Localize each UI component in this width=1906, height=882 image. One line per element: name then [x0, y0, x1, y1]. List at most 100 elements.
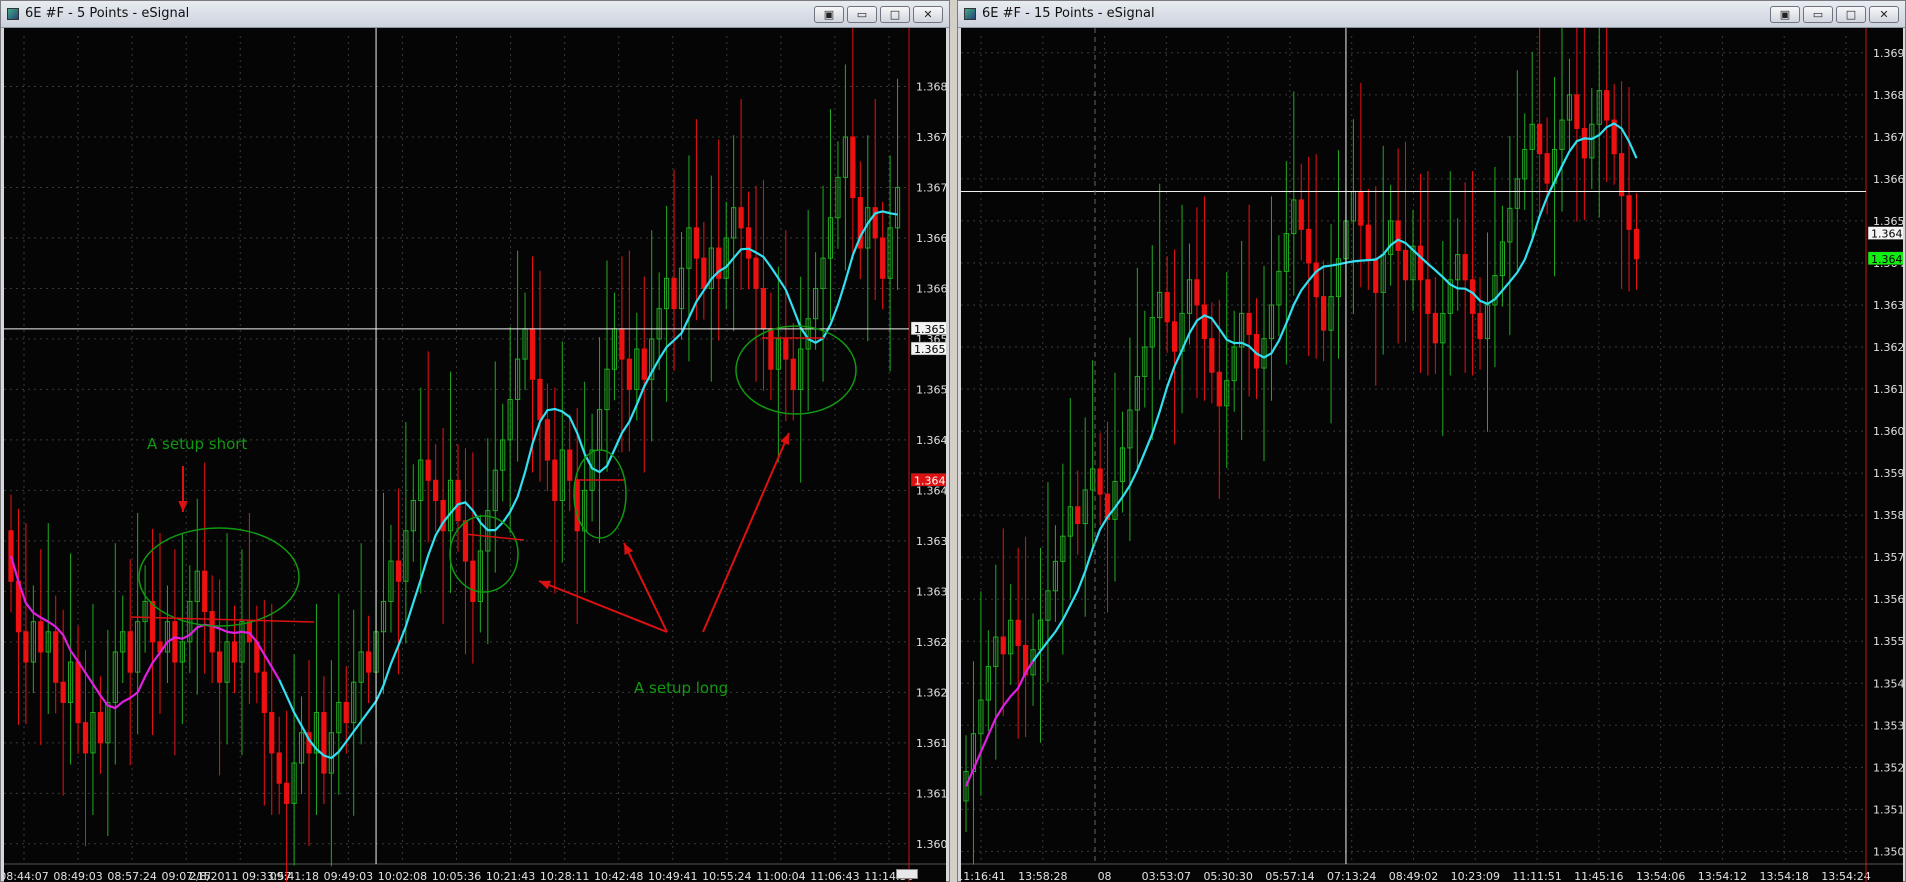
candle-body — [60, 681, 66, 703]
window-titlebar[interactable]: 6E #F - 15 Points - eSignal ▣ ▭ □ ✕ — [958, 1, 1905, 28]
y-tick-label: 1.3660 — [916, 282, 946, 295]
restore-layout-icon[interactable]: ▣ — [1770, 6, 1800, 23]
y-tick-label: 1.3580 — [1873, 509, 1903, 522]
x-tick-label: 11:00:04 — [756, 870, 805, 882]
candle-body — [23, 631, 29, 663]
x-tick-label: 11:16:41 — [961, 870, 1006, 882]
candle-body — [455, 479, 461, 522]
candle-body — [1306, 228, 1312, 264]
price-label-text: 1.3641 — [1871, 253, 1903, 266]
scrollbar-thumb[interactable] — [896, 869, 918, 879]
y-tick-label: 1.3645 — [916, 434, 946, 447]
y-tick-label: 1.3600 — [1873, 425, 1903, 438]
x-tick-label: 09:41:18 — [270, 870, 319, 882]
candle-body — [470, 560, 476, 602]
candle-body — [1432, 312, 1438, 344]
candle-body — [619, 328, 625, 360]
price-chart-5-points[interactable]: 1.36801.36751.36701.36651.36601.36551.36… — [4, 28, 946, 882]
candle-body — [1075, 506, 1081, 525]
candle-body — [738, 207, 744, 229]
candle-body — [641, 348, 647, 380]
candle-body — [1201, 304, 1208, 340]
price-label-text: 1.3641 — [914, 474, 946, 487]
candle-body — [701, 257, 707, 289]
candle-body — [425, 459, 431, 481]
candle-body — [82, 722, 89, 754]
candle-body — [1216, 371, 1222, 407]
candle-body — [768, 328, 774, 370]
chart-window-15-points[interactable]: 6E #F - 15 Points - eSignal ▣ ▭ □ ✕ 1.36… — [957, 0, 1906, 882]
candle-body — [529, 328, 536, 380]
minimize-button[interactable]: ▭ — [847, 6, 877, 23]
candle-body — [395, 560, 401, 582]
y-tick-label: 1.3670 — [1873, 131, 1903, 144]
x-tick-label: 13:54:24 — [1821, 870, 1870, 882]
candle-body — [127, 631, 133, 673]
minimize-button[interactable]: ▭ — [1803, 6, 1833, 23]
x-tick-label: 10:23:09 — [1451, 870, 1500, 882]
candle-body — [209, 611, 215, 653]
x-tick-label: 08:44:07 — [4, 870, 49, 882]
x-tick-label: 08 — [1098, 870, 1112, 882]
y-tick-label: 1.3530 — [1873, 719, 1903, 732]
candle-body — [217, 651, 223, 683]
candle-body — [38, 621, 44, 653]
y-tick-label: 1.3680 — [1873, 89, 1903, 102]
y-tick-label: 1.3630 — [916, 585, 946, 598]
candle-body — [1365, 224, 1371, 260]
y-tick-label: 1.3540 — [1873, 677, 1903, 690]
maximize-button[interactable]: □ — [880, 6, 910, 23]
x-tick-label: 05:57:14 — [1265, 870, 1314, 882]
candle-body — [760, 287, 767, 330]
x-tick-label: 08:49:02 — [1389, 870, 1438, 882]
candle-body — [693, 227, 699, 259]
candle-body — [321, 712, 327, 774]
candle-body — [1633, 228, 1640, 260]
x-tick-label: 11:06:43 — [810, 870, 859, 882]
price-label-text: 1.3654 — [914, 343, 946, 356]
chart-window-5-points[interactable]: 6E #F - 5 Points - eSignal ▣ ▭ □ ✕ 1.368… — [0, 0, 950, 882]
candle-body — [1425, 279, 1431, 314]
y-tick-label: 1.3625 — [916, 636, 946, 649]
x-tick-label: 10:05:36 — [432, 870, 481, 882]
price-chart-15-points[interactable]: 1.36901.36801.36701.36601.36501.36401.36… — [961, 28, 1903, 882]
chart-background — [961, 28, 1903, 882]
y-tick-label: 1.3675 — [916, 131, 946, 144]
y-tick-label: 1.3660 — [1873, 173, 1903, 186]
candle-body — [1172, 321, 1178, 352]
close-button[interactable]: ✕ — [913, 6, 943, 23]
y-tick-label: 1.3500 — [1873, 845, 1903, 858]
candle-body — [149, 600, 156, 643]
y-tick-label: 1.3590 — [1873, 467, 1903, 480]
candle-body — [790, 358, 796, 390]
x-tick-label: 13:58:28 — [1018, 870, 1067, 882]
y-tick-label: 1.3635 — [916, 535, 946, 548]
y-tick-label: 1.3690 — [1873, 47, 1903, 60]
candle-body — [1000, 636, 1006, 655]
candle-body — [880, 237, 886, 279]
y-tick-label: 1.3620 — [916, 686, 946, 699]
candle-body — [202, 570, 208, 613]
window-titlebar[interactable]: 6E #F - 5 Points - eSignal ▣ ▭ □ ✕ — [1, 1, 949, 28]
candle-body — [1470, 279, 1476, 314]
close-button[interactable]: ✕ — [1869, 6, 1899, 23]
candle-body — [1246, 312, 1252, 335]
x-tick-label: 11:45:16 — [1574, 870, 1623, 882]
window-title: 6E #F - 5 Points - eSignal — [25, 6, 190, 21]
candle-body — [671, 277, 677, 310]
maximize-button[interactable]: □ — [1836, 6, 1866, 23]
x-tick-label: 10:42:48 — [594, 870, 643, 882]
price-label-text: 1.3656 — [914, 323, 946, 336]
y-tick-label: 1.3520 — [1873, 761, 1903, 774]
y-tick-label: 1.3550 — [1873, 635, 1903, 648]
candle-body — [1402, 249, 1409, 281]
candle-body — [574, 479, 580, 532]
x-tick-label: 07:13:24 — [1327, 870, 1376, 882]
candle-body — [172, 621, 178, 663]
restore-layout-icon[interactable]: ▣ — [814, 6, 844, 23]
candle-body — [626, 358, 632, 390]
candle-body — [1581, 127, 1587, 159]
candle-body — [366, 651, 372, 673]
candle-body — [1015, 619, 1021, 646]
candle-body — [1209, 338, 1215, 373]
